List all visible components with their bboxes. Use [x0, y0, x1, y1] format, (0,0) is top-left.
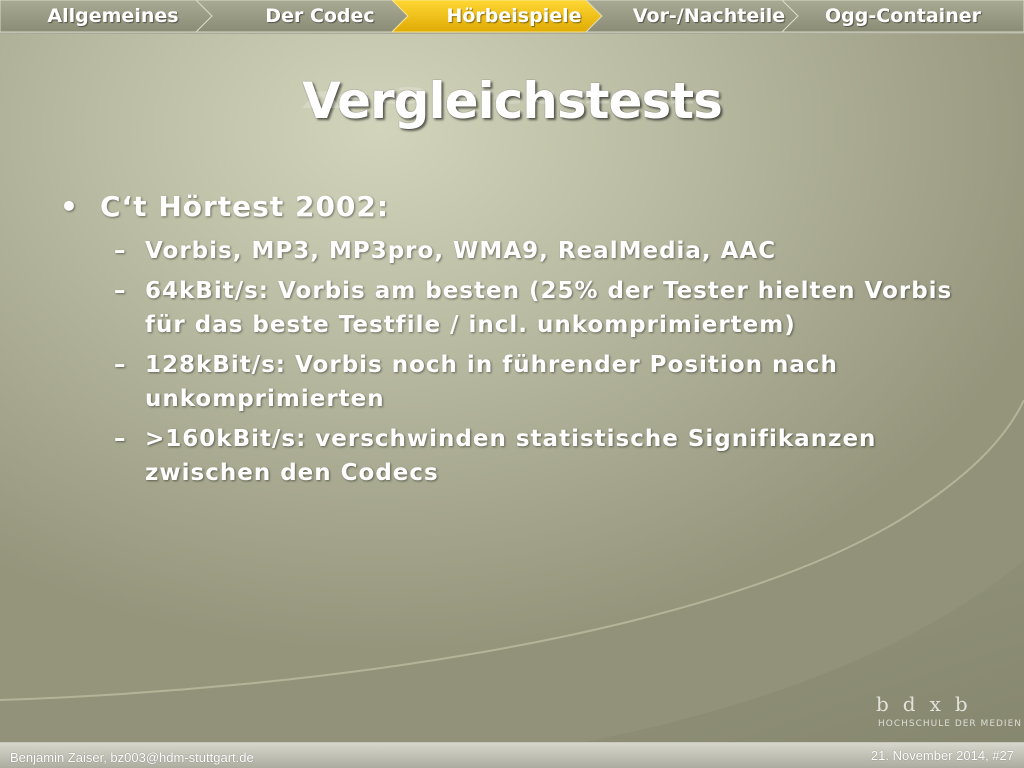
sub-bullet-item: – 64kBit/s: Vorbis am besten (25% der Te… — [60, 274, 975, 342]
logo-subtitle: HOCHSCHULE DER MEDIEN — [878, 719, 1023, 729]
bullet-marker: • — [60, 190, 79, 223]
footer-bar: Benjamin Zaiser, bz003@hdm-stuttgart.de … — [0, 742, 1024, 768]
logo-letters: bdxb — [876, 692, 982, 716]
sub-bullet-marker: – — [114, 238, 127, 264]
sub-bullet-list: – Vorbis, MP3, MP3pro, WMA9, RealMedia, … — [60, 234, 980, 490]
slide-title-reflection: Vergleichstests — [302, 85, 722, 112]
sub-bullet-text: 64kBit/s: Vorbis am besten (25% der Test… — [145, 278, 953, 338]
sub-bullet-marker: – — [114, 352, 127, 378]
tab-vor-nachteile[interactable]: Vor-/Nachteile — [597, 0, 821, 32]
sub-bullet-marker: – — [114, 278, 127, 304]
slide: Allgemeines Der Codec Hörbeispiele Vor-/… — [0, 0, 1024, 768]
sub-bullet-item: – Vorbis, MP3, MP3pro, WMA9, RealMedia, … — [60, 234, 975, 268]
tab-allgemeines[interactable]: Allgemeines — [0, 0, 226, 32]
hdm-logo: bdxb HOCHSCHULE DER MEDIEN — [876, 692, 1021, 732]
footer-author: Benjamin Zaiser, bz003@hdm-stuttgart.de — [10, 750, 254, 765]
slide-content: • C‘t Hörtest 2002: – Vorbis, MP3, MP3pr… — [60, 188, 980, 496]
bullet-item: • C‘t Hörtest 2002: — [60, 188, 980, 226]
sub-bullet-marker: – — [114, 426, 127, 452]
sub-bullet-text: 128kBit/s: Vorbis noch in führender Posi… — [145, 352, 838, 412]
sub-bullet-text: >160kBit/s: verschwinden statistische Si… — [145, 426, 877, 486]
bullet-text: C‘t Hörtest 2002: — [100, 190, 390, 223]
sub-bullet-item: – 128kBit/s: Vorbis noch in führender Po… — [60, 348, 975, 416]
tab-hoerbeispiele[interactable]: Hörbeispiele — [402, 0, 626, 32]
sub-bullet-item: – >160kBit/s: verschwinden statistische … — [60, 422, 975, 490]
sub-bullet-text: Vorbis, MP3, MP3pro, WMA9, RealMedia, AA… — [145, 238, 777, 264]
tab-ogg-container[interactable]: Ogg-Container — [790, 0, 1016, 32]
tab-der-codec[interactable]: Der Codec — [208, 0, 432, 32]
navigation-bar: Allgemeines Der Codec Hörbeispiele Vor-/… — [0, 0, 1024, 34]
footer-date-slide-number: 21. November 2014, #27 — [870, 748, 1014, 763]
